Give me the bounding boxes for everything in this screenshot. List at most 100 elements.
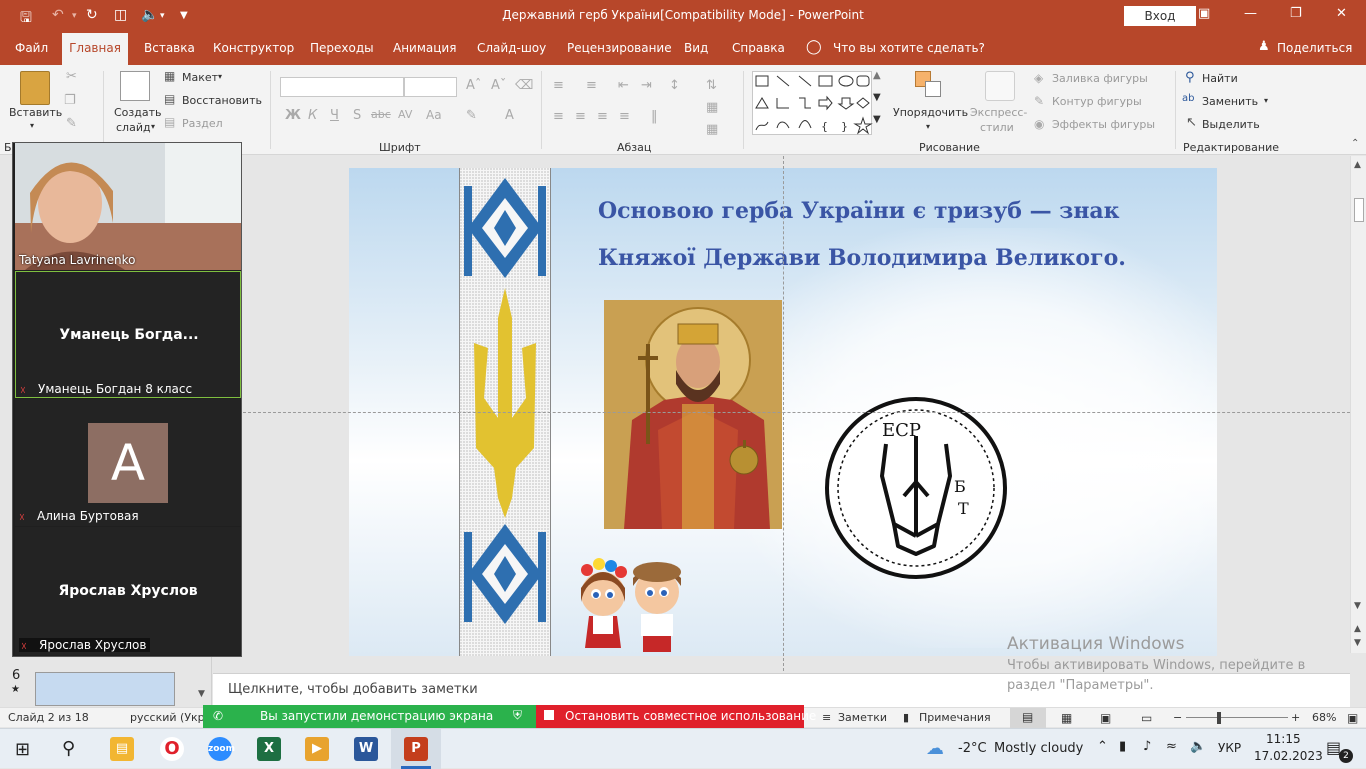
justify-icon[interactable]: ≡ — [619, 109, 630, 124]
change-case-icon[interactable]: Aa — [426, 108, 442, 122]
slide-thumbnail-6[interactable] — [35, 672, 175, 706]
layout-button[interactable]: Макет — [182, 71, 218, 84]
shape-effects-icon[interactable]: ◉ — [1034, 117, 1044, 131]
align-center-icon[interactable]: ≡ — [575, 109, 586, 124]
participant-tile-name-only[interactable]: Ярослав Хруслов ☓ Ярослав Хруслов — [15, 527, 241, 655]
previous-slide-icon[interactable]: ▲ — [1354, 624, 1361, 634]
gallery-down-icon[interactable]: ▼ — [873, 92, 881, 103]
select-button[interactable]: Выделить — [1202, 118, 1260, 131]
zoom-slider-thumb[interactable] — [1217, 712, 1221, 724]
weather-temperature[interactable]: -2°C — [958, 741, 987, 756]
zoom-out-icon[interactable]: − — [1173, 711, 1182, 724]
saint-volodymyr-icon-image[interactable] — [604, 300, 782, 529]
highlight-icon[interactable]: ✎ — [466, 108, 477, 123]
close-icon[interactable]: ✕ — [1336, 6, 1347, 21]
shape-fill-button[interactable]: Заливка фигуры — [1052, 72, 1148, 85]
zoom-slider-track[interactable] — [1186, 717, 1288, 718]
quick-styles-label-2[interactable]: стили — [980, 121, 1014, 134]
opera-browser-icon[interactable]: O — [160, 737, 184, 761]
tab-help[interactable]: Справка — [732, 41, 785, 55]
paste-dropdown-icon[interactable]: ▾ — [30, 121, 34, 130]
tell-me-search[interactable]: Что вы хотите сделать? — [833, 41, 985, 55]
shape-outline-icon[interactable]: ✎ — [1034, 94, 1044, 108]
gallery-more-icon[interactable]: ▼ — [873, 114, 881, 125]
search-icon[interactable]: ⚲ — [62, 738, 75, 759]
sign-in-button[interactable]: Вход — [1124, 6, 1196, 26]
font-name-combo[interactable] — [280, 77, 404, 97]
arrange-icon[interactable] — [915, 71, 943, 99]
minimize-icon[interactable]: — — [1244, 6, 1257, 21]
layout-dropdown-icon[interactable]: ▾ — [218, 72, 222, 81]
replace-dropdown-icon[interactable]: ▾ — [1264, 96, 1268, 105]
smartart-icon[interactable]: ▦ — [706, 122, 718, 137]
arrange-dropdown-icon[interactable]: ▾ — [926, 122, 930, 131]
cut-icon[interactable]: ✂ — [66, 69, 77, 84]
copy-icon[interactable]: ❐ — [64, 93, 76, 108]
tab-transitions[interactable]: Переходы — [310, 41, 374, 55]
section-button[interactable]: Раздел — [182, 117, 223, 130]
tab-slideshow[interactable]: Слайд-шоу — [477, 41, 546, 55]
shape-outline-button[interactable]: Контур фигуры — [1052, 95, 1142, 108]
find-button[interactable]: Найти — [1202, 72, 1238, 85]
horizontal-guide[interactable] — [243, 412, 1350, 413]
battery-icon[interactable]: ▮ — [1119, 739, 1126, 754]
quick-styles-label-1[interactable]: Экспресс- — [970, 106, 1027, 119]
participant-tile-avatar[interactable]: A ☓ Алина Буртовая — [15, 399, 241, 526]
notes-pane[interactable]: Щелкните, чтобы добавить заметки — [213, 673, 1350, 707]
shapes-gallery[interactable]: {} — [752, 71, 873, 135]
powerpoint-icon[interactable]: P — [404, 737, 428, 761]
underline-icon[interactable]: Ч — [330, 108, 339, 123]
slide-vertical-scrollbar[interactable]: ▲ ▼ ▲ ▼ — [1350, 156, 1366, 653]
layout-icon[interactable]: ▦ — [164, 69, 175, 83]
slideshow-view-icon[interactable]: ▭ — [1141, 711, 1152, 725]
cartoon-children-image[interactable] — [565, 558, 695, 656]
align-right-icon[interactable]: ≡ — [597, 109, 608, 124]
font-size-combo[interactable] — [404, 77, 457, 97]
participant-tile-video[interactable]: Tatyana Lavrinenko — [15, 143, 241, 270]
align-left-icon[interactable]: ≡ — [553, 109, 564, 124]
normal-view-button[interactable]: ▤ — [1010, 708, 1046, 728]
reading-view-icon[interactable]: ▣ — [1100, 711, 1111, 725]
font-color-icon[interactable]: A — [505, 108, 514, 123]
zoom-in-icon[interactable]: + — [1291, 711, 1300, 724]
participant-tile-active-speaker[interactable]: Уманець Богда... ☓ Уманець Богдан 8 класс — [15, 271, 241, 398]
zoom-app-icon[interactable]: zoom — [208, 737, 235, 761]
text-direction-icon[interactable]: ⇅ — [706, 78, 717, 93]
ribbon-display-options-icon[interactable]: ▣ — [1198, 6, 1210, 21]
clock-date[interactable]: 17.02.2023 — [1254, 749, 1323, 763]
slide-text-line-2[interactable]: Княжої Держави Володимира Великого. — [598, 245, 1126, 271]
decrease-font-icon[interactable]: Aˇ — [491, 78, 506, 93]
tab-review[interactable]: Рецензирование — [567, 41, 672, 55]
shape-fill-icon[interactable]: ◈ — [1034, 71, 1043, 85]
reset-button[interactable]: Восстановить — [182, 94, 262, 107]
align-text-icon[interactable]: ▦ — [706, 100, 718, 115]
windows-start-icon[interactable]: ⊞ — [15, 739, 30, 760]
restore-icon[interactable]: ❐ — [1290, 6, 1302, 21]
zoom-level[interactable]: 68% — [1312, 711, 1336, 724]
section-icon[interactable]: ▤ — [164, 115, 175, 129]
word-icon[interactable]: W — [354, 737, 378, 761]
clock-time[interactable]: 11:15 — [1266, 732, 1301, 746]
tab-home[interactable]: Главная — [62, 33, 128, 65]
stop-share-label[interactable]: Остановить совместное использование — [565, 709, 816, 723]
shadow-icon[interactable]: S — [353, 108, 361, 123]
decrease-indent-icon[interactable]: ⇤ — [618, 78, 629, 93]
line-spacing-icon[interactable]: ↕ — [669, 78, 680, 93]
weather-condition[interactable]: Mostly cloudy — [994, 741, 1083, 756]
comments-toggle-button[interactable]: Примечания — [919, 711, 991, 724]
reset-icon[interactable]: ▤ — [164, 92, 175, 106]
slide-sorter-icon[interactable]: ▦ — [1061, 711, 1072, 725]
powerpoint-taskbar-active[interactable]: P — [391, 729, 441, 769]
next-slide-icon[interactable]: ▼ — [1354, 638, 1361, 648]
media-player-icon[interactable]: ▶ — [305, 737, 329, 761]
stop-share-button[interactable]: Остановить совместное использование — [536, 705, 816, 729]
find-icon[interactable]: ⚲ — [1185, 70, 1195, 85]
char-spacing-icon[interactable]: AV — [398, 108, 412, 121]
microphone-icon[interactable]: ♪ — [1143, 739, 1151, 754]
tab-insert[interactable]: Вставка — [144, 41, 195, 55]
select-icon[interactable]: ↖ — [1186, 115, 1197, 130]
scroll-thumb[interactable] — [1354, 198, 1364, 222]
thumbnails-scroll-down-icon[interactable]: ▼ — [198, 689, 205, 699]
volodymyr-coin-image[interactable]: ЕСР Б Т — [824, 396, 1009, 581]
bold-icon[interactable]: Ж — [285, 108, 301, 123]
